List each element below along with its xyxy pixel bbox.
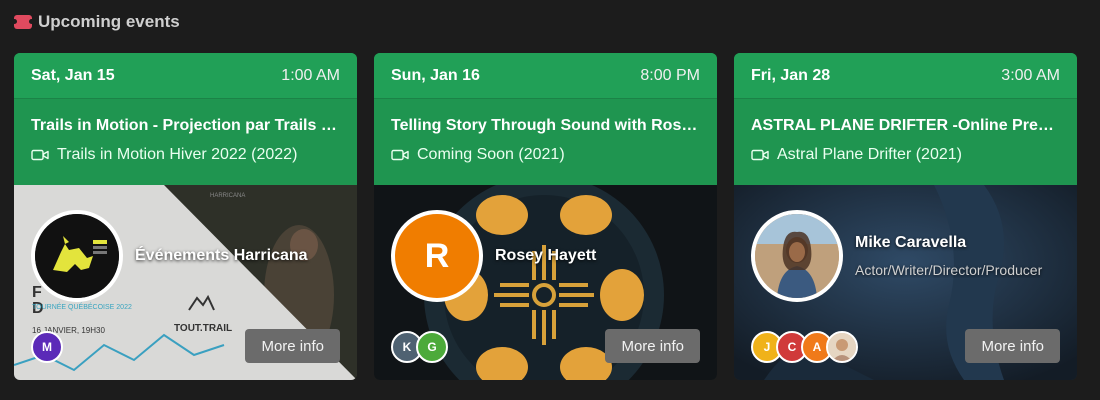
section-title: Upcoming events (38, 12, 180, 31)
person-photo-icon (828, 333, 856, 361)
poster-tour: TOURNÉE QUÉBÉCOISE 2022 (32, 302, 132, 311)
attendees: J C A (751, 331, 858, 363)
wolf-logo-icon (35, 214, 119, 298)
event-card[interactable]: Sun, Jan 16 8:00 PM Telling Story Throug… (374, 53, 717, 380)
film-row: Astral Plane Drifter (2021) (751, 146, 1060, 164)
section-header: Upcoming events (12, 12, 180, 32)
date-row: Fri, Jan 28 3:00 AM (734, 53, 1077, 99)
attendees: K G (391, 331, 448, 363)
host-avatar[interactable] (751, 210, 843, 302)
video-camera-icon (31, 149, 49, 161)
event-cards: Sat, Jan 15 1:00 AM Trails in Motion - P… (14, 53, 1077, 380)
attendee-photo-avatar[interactable] (826, 331, 858, 363)
event-date: Sat, Jan 15 (31, 66, 115, 84)
card-header: Sun, Jan 16 8:00 PM Telling Story Throug… (374, 53, 717, 185)
film-row: Coming Soon (2021) (391, 146, 700, 164)
attendee-avatar[interactable]: M (31, 331, 63, 363)
more-info-button[interactable]: More info (965, 329, 1060, 363)
film-title[interactable]: Astral Plane Drifter (2021) (777, 146, 962, 164)
poster-brand: TOUT.TRAIL (174, 323, 232, 334)
video-camera-icon (391, 149, 409, 161)
event-date: Fri, Jan 28 (751, 66, 831, 84)
host-subtitle: Actor/Writer/Director/Producer (855, 262, 1043, 278)
event-time: 8:00 PM (640, 66, 700, 84)
host-name[interactable]: Événements Harricana (135, 247, 308, 265)
host-name[interactable]: Mike Caravella (855, 234, 1060, 252)
card-header: Fri, Jan 28 3:00 AM ASTRAL PLANE DRIFTER… (734, 53, 1077, 185)
poster-logo-text: HARRICANA (210, 193, 245, 199)
host-avatar[interactable] (31, 210, 123, 302)
ticket-icon (12, 15, 34, 29)
host-name[interactable]: Rosey Hayett (495, 247, 596, 265)
more-info-button[interactable]: More info (605, 329, 700, 363)
host[interactable]: Mike Caravella Actor/Writer/Director/Pro… (751, 210, 1060, 302)
event-card[interactable]: Fri, Jan 28 3:00 AM ASTRAL PLANE DRIFTER… (734, 53, 1077, 380)
date-row: Sun, Jan 16 8:00 PM (374, 53, 717, 99)
card-body: HARRICANA F D TOURNÉE QUÉBÉCOISE 2022 16… (14, 185, 357, 380)
film-title[interactable]: Coming Soon (2021) (417, 146, 565, 164)
event-time: 3:00 AM (1001, 66, 1060, 84)
event-title[interactable]: Trails in Motion - Projection par Trails… (31, 117, 340, 135)
host-avatar[interactable]: R (391, 210, 483, 302)
more-info-button[interactable]: More info (245, 329, 340, 363)
event-title[interactable]: ASTRAL PLANE DRIFTER -Online Premiere (751, 117, 1060, 135)
attendees: M (31, 331, 63, 363)
date-row: Sat, Jan 15 1:00 AM (14, 53, 357, 99)
host[interactable]: Événements Harricana (31, 210, 308, 302)
film-row: Trails in Motion Hiver 2022 (2022) (31, 146, 340, 164)
person-photo-icon (755, 214, 839, 298)
event-time: 1:00 AM (281, 66, 340, 84)
card-body: R Rosey Hayett K G More info (374, 185, 717, 380)
video-camera-icon (751, 149, 769, 161)
card-body: Mike Caravella Actor/Writer/Director/Pro… (734, 185, 1077, 380)
host[interactable]: R Rosey Hayett (391, 210, 596, 302)
event-date: Sun, Jan 16 (391, 66, 480, 84)
event-title[interactable]: Telling Story Through Sound with Rosey H… (391, 117, 700, 135)
event-card[interactable]: Sat, Jan 15 1:00 AM Trails in Motion - P… (14, 53, 357, 380)
film-title[interactable]: Trails in Motion Hiver 2022 (2022) (57, 146, 297, 164)
attendee-avatar[interactable]: G (416, 331, 448, 363)
card-header: Sat, Jan 15 1:00 AM Trails in Motion - P… (14, 53, 357, 185)
host-initial: R (424, 236, 450, 275)
